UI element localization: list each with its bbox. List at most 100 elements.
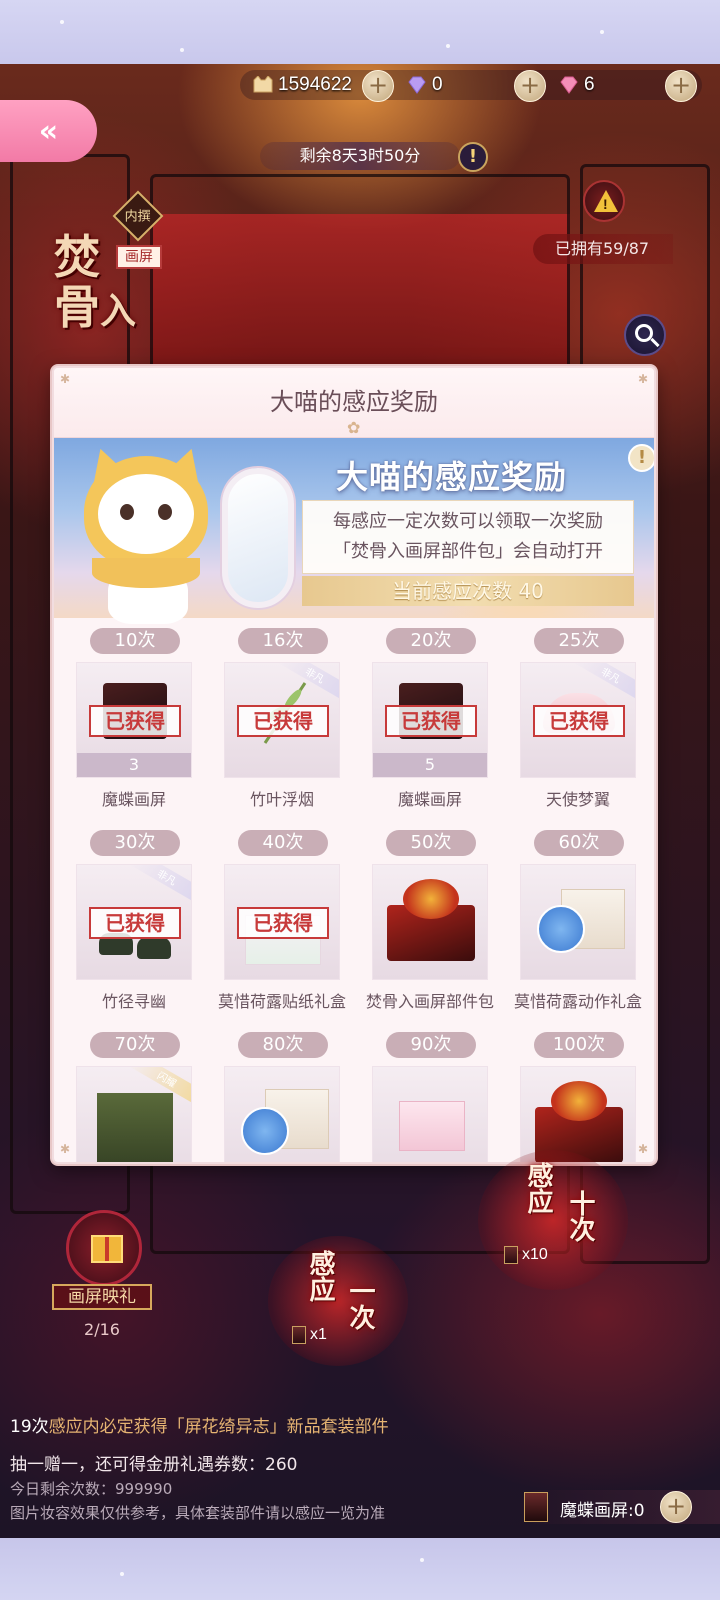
sparkle <box>600 30 604 34</box>
reward-thumbnail <box>372 1066 488 1162</box>
add-diamond-button[interactable]: + <box>514 70 546 102</box>
reward-item[interactable]: 40次 已获得 莫惜荷露贴纸礼盒 <box>208 824 356 1024</box>
cat-mascot <box>81 442 211 624</box>
reward-item[interactable]: 30次 非凡 已获得 竹径寻幽 <box>60 824 208 1024</box>
description-line: 每感应一定次数可以领取一次奖励 <box>333 511 603 532</box>
reward-thumbnail: 闪耀 <box>76 1066 192 1162</box>
set-title-char: 骨 <box>54 280 100 334</box>
reward-quantity: 3 <box>77 753 191 777</box>
reward-description: 每感应一定次数可以领取一次奖励 「焚骨入画屏部件包」会自动打开 <box>302 500 634 574</box>
reward-item[interactable]: 70次 闪耀 <box>60 1026 208 1162</box>
reward-item[interactable]: 20次 已获得 5 魔蝶画屏 <box>356 622 504 822</box>
reward-thumbnail: 已获得 3 <box>76 662 192 778</box>
obtained-stamp: 已获得 <box>237 907 329 939</box>
gift-button[interactable] <box>66 1210 142 1286</box>
guarantee-count: 19次 <box>10 1417 49 1437</box>
reward-modal: 大喵的感应奖励 ✱ ✱ ✿ 大喵的感应奖励 ! 每感应一定次数可以领取一次奖励 … <box>52 366 656 1164</box>
obtained-stamp: 已获得 <box>89 907 181 939</box>
rarity-ribbon: 非凡 <box>128 865 191 904</box>
reward-count-label: 30次 <box>90 830 180 856</box>
reward-count-label: 40次 <box>238 830 328 856</box>
event-timer: 剩余8天3时50分 <box>260 142 460 170</box>
remaining-count: 今日剩余次数：999990 <box>10 1480 173 1498</box>
diamond-value: 0 <box>432 74 443 95</box>
description-line: 「焚骨入画屏部件包」会自动打开 <box>333 541 603 562</box>
timer-info-icon[interactable]: ! <box>458 142 488 172</box>
reward-thumbnail: 非凡 已获得 <box>224 662 340 778</box>
bonus-note: 抽一赠一，还可得金册礼遇券数：260 <box>10 1455 298 1475</box>
reward-item[interactable]: 10次 已获得 3 魔蝶画屏 <box>60 622 208 822</box>
bottom-band <box>0 1538 720 1600</box>
reward-item[interactable]: 25次 非凡 已获得 天使梦翼 <box>504 622 652 822</box>
owned-count: 已拥有59/87 <box>533 234 673 264</box>
reward-item[interactable]: 80次 <box>208 1026 356 1162</box>
sparkle <box>420 1558 424 1562</box>
reward-count-label: 100次 <box>534 1032 624 1058</box>
banner-title: 大喵的感应奖励 <box>336 458 568 496</box>
cat-coin-counter: 1594622 <box>252 72 352 98</box>
sparkle <box>180 48 184 52</box>
add-pink-diamond-button[interactable]: + <box>665 70 697 102</box>
reward-thumbnail <box>520 864 636 980</box>
pink-diamond-value: 6 <box>584 74 595 95</box>
modal-header: 大喵的感应奖励 ✱ ✱ ✿ <box>54 368 654 438</box>
reward-item[interactable]: 16次 非凡 已获得 竹叶浮烟 <box>208 622 356 822</box>
reward-name: 天使梦翼 <box>545 790 610 809</box>
back-button[interactable]: « <box>0 100 97 162</box>
butterfly-screen-icon <box>524 1492 548 1522</box>
reward-count-label: 16次 <box>238 628 328 654</box>
summon-ten-label: 感应 <box>523 1162 553 1214</box>
reward-count-label: 60次 <box>534 830 624 856</box>
reward-item[interactable]: 90次 <box>356 1026 504 1162</box>
reward-thumbnail: 已获得 5 <box>372 662 488 778</box>
sparkle <box>446 44 450 48</box>
summon-one-label: 感应 <box>305 1250 335 1302</box>
reward-name: 莫惜荷露贴纸礼盒 <box>217 992 346 1011</box>
reward-count-label: 25次 <box>534 628 624 654</box>
search-button[interactable] <box>624 314 666 356</box>
reward-name: 竹径寻幽 <box>101 992 166 1011</box>
reward-thumbnail: 已获得 <box>224 864 340 980</box>
top-band <box>0 0 720 64</box>
gift-box-icon <box>91 1235 123 1263</box>
pink-diamond-counter: 6 <box>558 72 595 98</box>
gift-progress: 2/16 <box>84 1320 120 1339</box>
info-icon[interactable]: ! <box>628 444 654 472</box>
reward-thumbnail <box>520 1066 636 1162</box>
reward-banner: 大喵的感应奖励 ! 每感应一定次数可以领取一次奖励 「焚骨入画屏部件包」会自动打… <box>54 438 654 624</box>
disclaimer: 图片妆容效果仅供参考，具体套装部件请以感应一览为准 <box>10 1504 386 1522</box>
sparkle <box>60 20 64 24</box>
summon-ten-cost: x10 <box>504 1246 548 1264</box>
reward-item[interactable]: 60次 莫惜荷露动作礼盒 <box>504 824 652 1024</box>
summon-ten-label-2: 十次 <box>565 1190 595 1242</box>
gift-label[interactable]: 画屏映礼 <box>52 1284 152 1310</box>
reward-item[interactable]: 100次 <box>504 1026 652 1162</box>
guarantee-note: 19次感应内必定获得「屏花绮异志」新品套装部件 <box>10 1412 389 1437</box>
bottom-resource: 魔蝶画屏:0 + <box>520 1490 720 1524</box>
reward-item[interactable]: 50次 焚骨入画屏部件包 <box>356 824 504 1024</box>
set-title-char: 焚 <box>54 230 100 284</box>
add-resource-button[interactable]: + <box>660 1491 692 1523</box>
reward-name: 魔蝶画屏 <box>101 790 166 809</box>
diamond-counter: 0 <box>406 72 443 98</box>
reward-count-label: 10次 <box>90 628 180 654</box>
add-cat-coin-button[interactable]: + <box>362 70 394 102</box>
reward-name: 魔蝶画屏 <box>397 790 462 809</box>
sparkle <box>120 1572 124 1576</box>
obtained-stamp: 已获得 <box>237 705 329 737</box>
current-count: 当前感应次数 40 <box>302 576 634 606</box>
set-title: 焚 骨入 <box>54 232 164 336</box>
reward-name: 竹叶浮烟 <box>249 790 314 809</box>
warning-icon[interactable]: ! <box>583 180 625 222</box>
guarantee-text: 感应内必定获得「屏花绮异志」新品套装部件 <box>48 1417 389 1437</box>
mirror-art <box>222 468 294 608</box>
bottom-resource-label: 魔蝶画屏:0 <box>560 1501 645 1521</box>
modal-title: 大喵的感应奖励 <box>270 388 438 416</box>
cat-coin-value: 1594622 <box>278 74 352 95</box>
cat-coin-icon <box>253 76 273 93</box>
reward-count-label: 90次 <box>386 1032 476 1058</box>
pink-diamond-icon <box>560 76 578 94</box>
double-chevron-left-icon: « <box>38 113 59 149</box>
reward-count-label: 50次 <box>386 830 476 856</box>
flower-ornament: ✿ <box>347 418 361 437</box>
